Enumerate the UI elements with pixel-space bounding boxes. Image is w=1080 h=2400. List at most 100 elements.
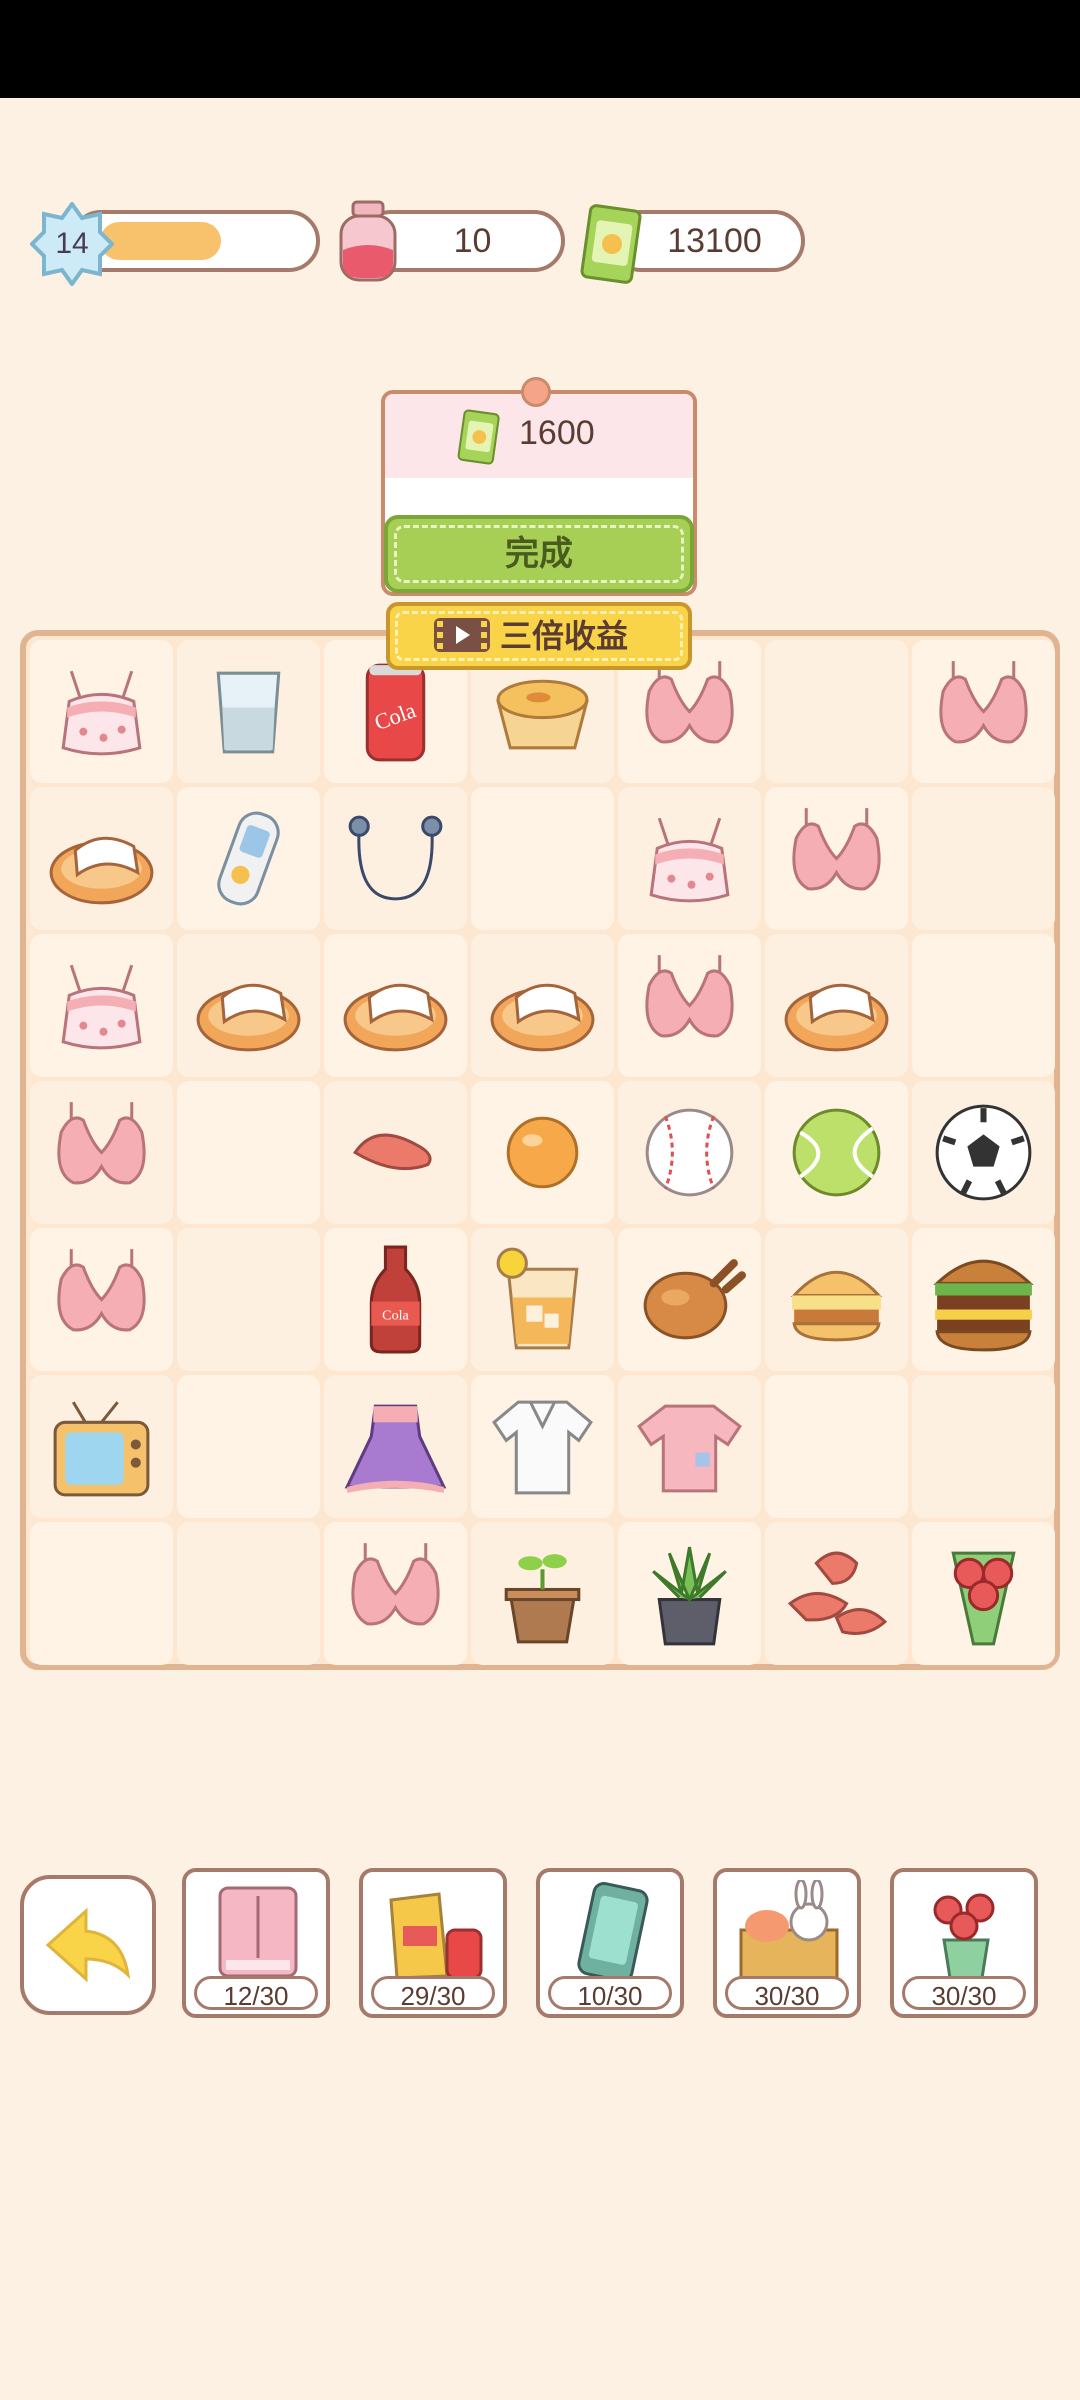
board-cell[interactable] [618,1522,761,1665]
board-cell[interactable] [618,1228,761,1371]
board-cell[interactable] [177,934,320,1077]
slipper-icon[interactable] [41,798,162,919]
water-glass-icon[interactable] [188,651,309,772]
board-cell[interactable] [912,640,1055,783]
board-cell[interactable] [912,1228,1055,1371]
collection-slot[interactable]: 12/30 [182,1868,330,2018]
board-cell[interactable] [30,640,173,783]
burger-small-icon[interactable] [776,1239,897,1360]
board-cell[interactable] [30,1228,173,1371]
done-button-label: 完成 [505,535,573,573]
bra-icon[interactable] [629,945,750,1066]
succulent-pot-icon[interactable] [629,1533,750,1654]
board-cell[interactable] [765,640,908,783]
sprout-pot-icon[interactable] [482,1533,603,1654]
board-cell[interactable] [912,1522,1055,1665]
collection-slot[interactable]: 30/30 [890,1868,1038,2018]
board-cell[interactable] [30,1081,173,1224]
roast-chicken-icon[interactable] [629,1239,750,1360]
level-number: 14 [55,227,89,260]
sweet-potato-icon[interactable] [335,1092,456,1213]
board-cell[interactable] [324,787,467,930]
board-cell[interactable] [30,1375,173,1518]
board-cell[interactable] [177,1228,320,1371]
board-cell[interactable] [30,934,173,1077]
level-badge: 14 [29,200,115,288]
wardrobe-icon [200,1880,316,1980]
purple-dress-icon[interactable] [335,1386,456,1507]
bra-skirt-icon[interactable] [41,945,162,1066]
board-cell[interactable] [912,1375,1055,1518]
done-button[interactable]: 完成 [384,515,694,593]
bra-icon[interactable] [41,1239,162,1360]
slipper-icon[interactable] [188,945,309,1066]
rose-vase-icon [908,1880,1024,1980]
ping-pong-ball-icon[interactable] [482,1092,603,1213]
collection-count: 29/30 [371,1976,495,2011]
board-cell[interactable] [618,1081,761,1224]
slipper-icon[interactable] [776,945,897,1066]
board-cell[interactable] [618,934,761,1077]
board-cell[interactable] [765,1081,908,1224]
collection-count: 30/30 [902,1976,1026,2011]
bra-icon[interactable] [923,651,1044,772]
board-cell[interactable] [765,1375,908,1518]
triple-reward-label: 三倍收益 [500,618,629,654]
sweet-potatoes-icon[interactable] [776,1533,897,1654]
pink-tshirt-icon[interactable] [629,1386,750,1507]
board-cell[interactable] [177,787,320,930]
tennis-ball-icon[interactable] [776,1092,897,1213]
rose-bouquet-icon[interactable] [923,1533,1044,1654]
tv-icon[interactable] [41,1386,162,1507]
board-cell[interactable] [765,787,908,930]
board-cell[interactable] [324,934,467,1077]
board-cell[interactable] [324,1375,467,1518]
bra-skirt-icon[interactable] [41,651,162,772]
board-cell[interactable] [471,787,614,930]
triple-reward-button[interactable]: 三倍收益 [386,602,692,670]
board-cell[interactable] [324,1081,467,1224]
burger-big-icon[interactable] [923,1239,1044,1360]
board-cell[interactable] [177,640,320,783]
bra-skirt-icon[interactable] [629,798,750,919]
board-cell[interactable] [30,1522,173,1665]
bra-icon[interactable] [776,798,897,919]
merge-board: Cola Cola [20,630,1060,1670]
board-cell[interactable]: Cola [324,1228,467,1371]
board-cell[interactable] [30,787,173,930]
board-cell[interactable] [177,1081,320,1224]
board-cell[interactable] [471,934,614,1077]
svg-text:Cola: Cola [382,1308,409,1324]
board-cell[interactable] [471,1522,614,1665]
collection-slot[interactable]: 10/30 [536,1868,684,2018]
slipper-icon[interactable] [335,945,456,1066]
board-cell[interactable] [471,1081,614,1224]
board-cell[interactable] [177,1522,320,1665]
board-cell[interactable] [912,934,1055,1077]
board-cell[interactable] [765,1522,908,1665]
board-cell[interactable] [912,787,1055,930]
board-cell[interactable] [765,934,908,1077]
baseball-icon[interactable] [629,1092,750,1213]
board-cell[interactable] [765,1228,908,1371]
collection-slot[interactable]: 30/30 [713,1868,861,2018]
board-cell[interactable] [177,1375,320,1518]
bra-icon[interactable] [335,1533,456,1654]
board-cell[interactable] [471,1228,614,1371]
board-cell[interactable] [912,1081,1055,1224]
cola-bottle-icon[interactable]: Cola [335,1239,456,1360]
soccer-ball-icon[interactable] [923,1092,1044,1213]
back-button[interactable] [20,1875,156,2015]
board-cell[interactable] [324,1522,467,1665]
board-cell[interactable] [618,787,761,930]
bra-icon[interactable] [41,1092,162,1213]
iced-drink-icon[interactable] [482,1239,603,1360]
mp3-player-icon[interactable] [188,798,309,919]
board-cell[interactable] [471,1375,614,1518]
collection-slot[interactable]: 29/30 [359,1868,507,2018]
earphones-icon[interactable] [335,798,456,919]
popup-pin [521,377,551,407]
slipper-icon[interactable] [482,945,603,1066]
white-shirt-icon[interactable] [482,1386,603,1507]
board-cell[interactable] [618,1375,761,1518]
